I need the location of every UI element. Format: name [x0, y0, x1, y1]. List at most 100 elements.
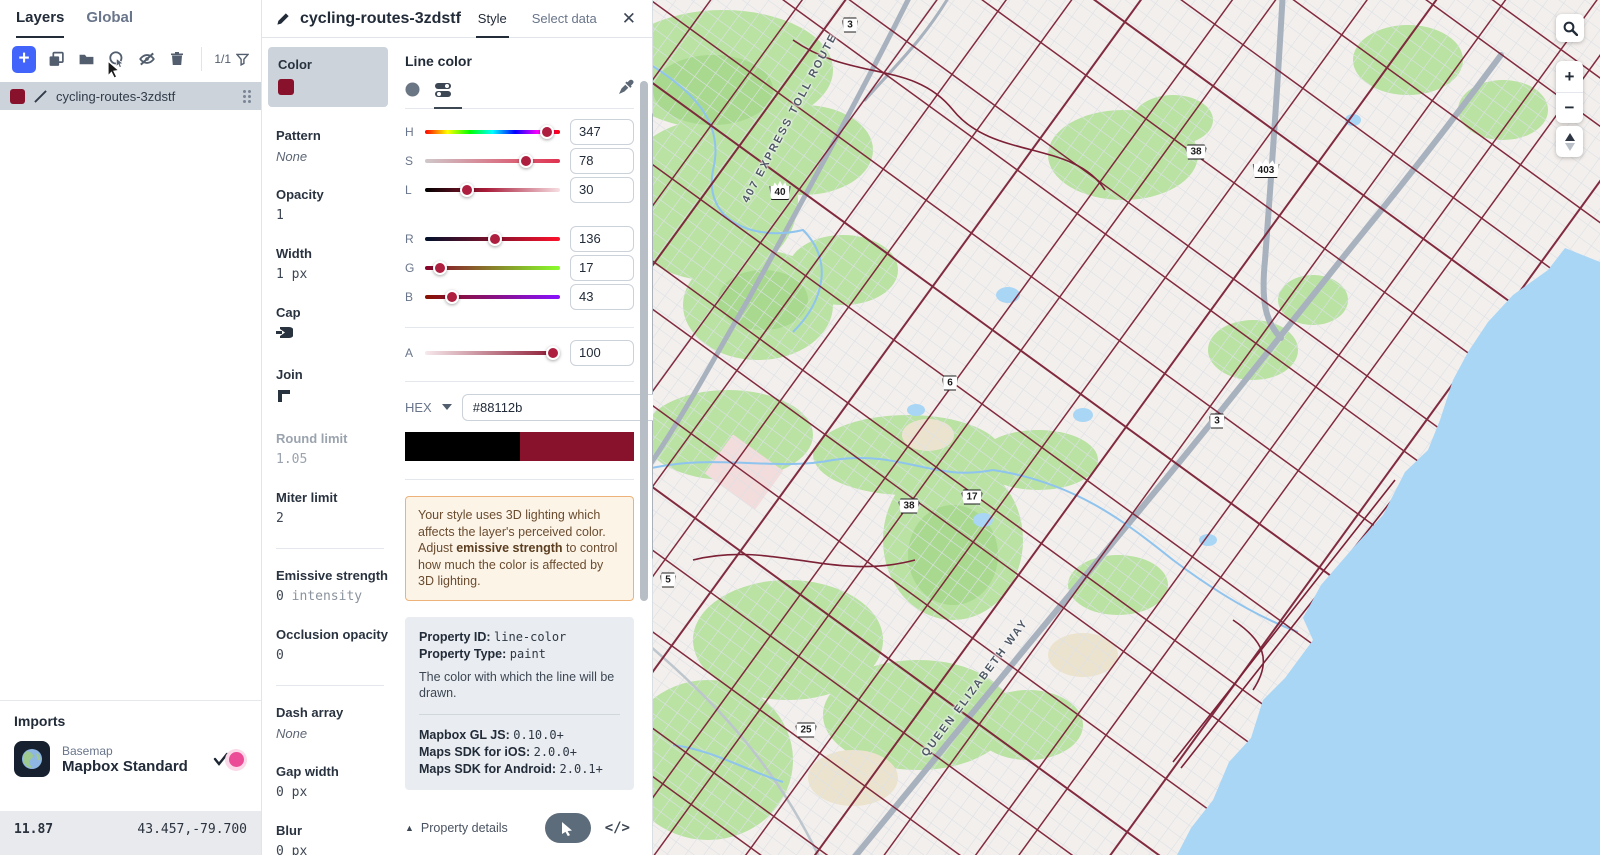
- imports-heading: Imports: [14, 713, 247, 729]
- line-color-editor: Line color H S L: [405, 39, 634, 855]
- drag-handle-icon[interactable]: [243, 90, 251, 103]
- component-sliders-mode-icon[interactable]: [434, 81, 453, 99]
- select-layer-icon[interactable]: [108, 49, 126, 69]
- layer-counter: 1/1: [214, 52, 249, 66]
- map-compass-button[interactable]: [1556, 126, 1583, 157]
- hue-slider-handle[interactable]: [540, 125, 554, 139]
- delete-layer-icon[interactable]: [168, 49, 186, 69]
- alpha-input[interactable]: [570, 340, 634, 366]
- solid-color-mode-icon[interactable]: [405, 81, 420, 99]
- tab-global[interactable]: Global: [86, 9, 133, 38]
- tab-style[interactable]: Style: [476, 0, 509, 38]
- property-dash-array[interactable]: Dash array None: [276, 704, 398, 741]
- editor-heading: Line color: [405, 53, 634, 69]
- map-search-button[interactable]: [1556, 14, 1584, 42]
- saturation-slider-handle[interactable]: [519, 154, 533, 168]
- tab-select-data[interactable]: Select data: [530, 0, 599, 38]
- lightness-slider-handle[interactable]: [460, 183, 474, 197]
- property-occlusion-opacity[interactable]: Occlusion opacity 0: [276, 626, 398, 663]
- property-gap-width[interactable]: Gap width 0 px: [276, 763, 398, 800]
- chevron-down-icon: [442, 404, 452, 410]
- blue-input[interactable]: [570, 284, 634, 310]
- imports-section: Imports Basemap Mapbox Standard: [0, 700, 261, 777]
- hex-input[interactable]: [462, 394, 660, 421]
- property-emissive-strength[interactable]: Emissive strength 0 intensity: [276, 567, 398, 604]
- line-join-icon: [276, 388, 291, 403]
- blue-slider-handle[interactable]: [445, 290, 459, 304]
- color-compare-bar: [405, 432, 634, 461]
- globe-icon: [14, 741, 50, 777]
- color-format-select[interactable]: HEX: [405, 400, 452, 415]
- interaction-mode-button[interactable]: [545, 813, 591, 843]
- red-slider[interactable]: [425, 237, 560, 241]
- cursor-icon: [561, 821, 574, 836]
- line-layer-type-icon: [34, 90, 47, 103]
- toolbar-divider: [201, 47, 202, 71]
- hue-input[interactable]: [570, 119, 634, 145]
- saturation-input[interactable]: [570, 148, 634, 174]
- green-slider[interactable]: [425, 266, 560, 270]
- map-zoom-control: + −: [1556, 61, 1583, 123]
- layers-sidebar: Layers Global + 1/1 cycling-routes-3zdst…: [0, 0, 262, 855]
- tab-layers[interactable]: Layers: [16, 9, 64, 38]
- add-layer-button[interactable]: +: [12, 46, 36, 73]
- property-pattern[interactable]: Pattern None: [276, 127, 398, 164]
- panel-header: cycling-routes-3zdstf Style Select data …: [262, 0, 652, 38]
- basemap-toggle[interactable]: [213, 746, 247, 772]
- current-color-swatch: [520, 432, 635, 461]
- group-folder-icon[interactable]: [78, 49, 96, 69]
- import-name: Mapbox Standard: [62, 758, 201, 775]
- basemap-import-row[interactable]: Basemap Mapbox Standard: [14, 741, 247, 777]
- editor-scrollbar[interactable]: [640, 81, 648, 601]
- property-width[interactable]: Width 1 px: [276, 245, 398, 282]
- lightness-input[interactable]: [570, 177, 634, 203]
- hue-slider[interactable]: [425, 130, 560, 134]
- line-cap-icon: [276, 326, 293, 339]
- close-panel-icon[interactable]: ✕: [620, 9, 638, 29]
- property-cap[interactable]: Cap: [276, 304, 398, 344]
- lightness-slider[interactable]: [425, 188, 560, 192]
- hide-layer-icon[interactable]: [138, 49, 156, 69]
- layer-item-cycling-routes[interactable]: cycling-routes-3zdstf: [0, 82, 261, 110]
- property-join[interactable]: Join: [276, 366, 398, 408]
- map-coordinates: 43.457,-79.700: [137, 822, 247, 837]
- blue-slider[interactable]: [425, 295, 560, 299]
- property-details-box: Property ID: line-color Property Type: p…: [405, 617, 634, 790]
- red-input[interactable]: [570, 226, 634, 252]
- lighting-warning: Your style uses 3D lighting which affect…: [405, 496, 634, 601]
- map-canvas[interactable]: 33840340631738525407 EXPRESS TOLL ROUTEQ…: [653, 0, 1600, 855]
- filter-icon[interactable]: [236, 53, 249, 66]
- zoom-in-button[interactable]: +: [1556, 61, 1583, 92]
- property-list: Color Pattern None Opacity 1 Width 1 px …: [262, 39, 398, 855]
- compass-north-icon: [1565, 133, 1575, 141]
- zoom-level: 11.87: [14, 822, 53, 837]
- edit-pencil-icon: [276, 11, 291, 26]
- layer-editor-panel: cycling-routes-3zdstf Style Select data …: [262, 0, 653, 855]
- compass-south-icon: [1565, 143, 1575, 151]
- property-round-limit[interactable]: Round limit 1.05: [276, 430, 398, 467]
- code-icon[interactable]: </>: [605, 820, 630, 836]
- import-kind: Basemap: [62, 744, 201, 758]
- duplicate-layer-icon[interactable]: [48, 49, 66, 69]
- eyedropper-icon[interactable]: [618, 79, 634, 100]
- property-miter-limit[interactable]: Miter limit 2: [276, 489, 398, 526]
- previous-color-swatch: [405, 432, 520, 461]
- property-color[interactable]: Color: [268, 47, 388, 107]
- alpha-slider-handle[interactable]: [546, 346, 560, 360]
- property-blur[interactable]: Blur 0 px: [276, 822, 398, 855]
- green-input[interactable]: [570, 255, 634, 281]
- layers-toolbar: + 1/1: [0, 40, 261, 78]
- property-opacity[interactable]: Opacity 1: [276, 186, 398, 223]
- zoom-out-button[interactable]: −: [1556, 92, 1583, 123]
- search-icon: [1563, 21, 1578, 36]
- property-details-toggle[interactable]: ▲ Property details: [405, 821, 508, 835]
- color-swatch: [278, 79, 294, 95]
- layer-name: cycling-routes-3zdstf: [56, 89, 234, 104]
- saturation-slider[interactable]: [425, 159, 560, 163]
- panel-title: cycling-routes-3zdstf: [300, 10, 467, 28]
- green-slider-handle[interactable]: [433, 261, 447, 275]
- alpha-slider[interactable]: [425, 351, 560, 355]
- property-description: The color with which the line will be dr…: [419, 669, 620, 702]
- red-slider-handle[interactable]: [488, 232, 502, 246]
- map-statusbar: 11.87 43.457,-79.700: [0, 811, 261, 855]
